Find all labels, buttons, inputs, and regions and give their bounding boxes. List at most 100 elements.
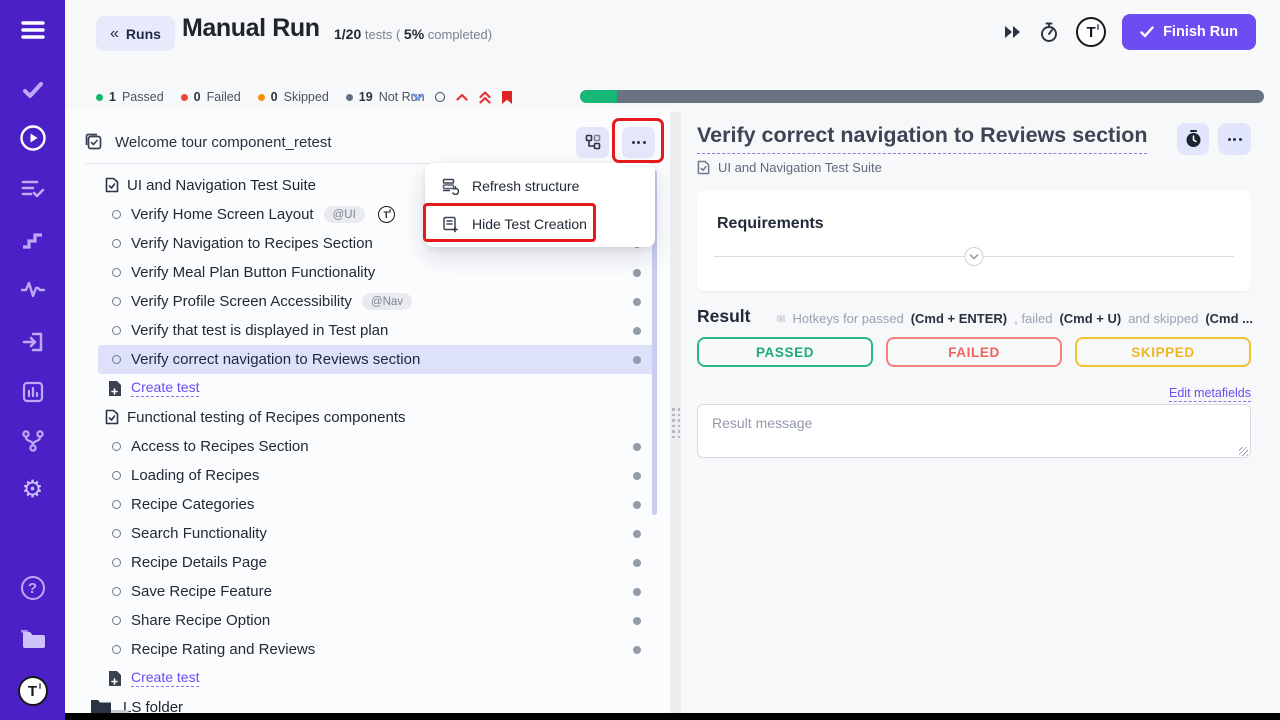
test-row[interactable]: Recipe Rating and Reviews: [98, 635, 655, 664]
failed-dot: [181, 94, 188, 101]
check-icon: [1140, 26, 1154, 38]
suite-doc-icon: [105, 409, 119, 425]
test-row[interactable]: Save Recipe Feature: [98, 577, 655, 606]
milestones-steps-icon[interactable]: [21, 230, 45, 250]
back-to-runs-button[interactable]: « Runs: [96, 16, 175, 51]
test-row[interactable]: Loading of Recipes: [98, 461, 655, 490]
test-row[interactable]: Search Functionality: [98, 519, 655, 548]
priority-important-bookmark-icon[interactable]: [502, 91, 512, 104]
create-test-doc-icon: [108, 381, 122, 396]
priority-low-chevron-down-icon[interactable]: [412, 93, 424, 101]
test-row[interactable]: Recipe Categories: [98, 490, 655, 519]
reports-chart-icon[interactable]: [21, 380, 45, 404]
test-row[interactable]: Verify Profile Screen Accessibility @Nav: [98, 287, 655, 316]
finish-run-button[interactable]: Finish Run: [1122, 14, 1256, 50]
edit-metafields-link[interactable]: Edit metafields: [1169, 386, 1251, 402]
page-title: Manual Run: [182, 14, 320, 43]
test-label: Verify Navigation to Recipes Section: [131, 235, 373, 252]
test-row[interactable]: Verify that test is displayed in Test pl…: [98, 316, 655, 345]
test-label: Search Functionality: [131, 525, 267, 542]
test-label: Loading of Recipes: [131, 467, 259, 484]
hotkey-passed: (Cmd + ENTER): [911, 311, 1007, 326]
testomat-logo-icon[interactable]: T: [18, 676, 48, 706]
runs-play-icon[interactable]: [19, 124, 47, 152]
detail-timer-button[interactable]: [1177, 123, 1209, 155]
topbar-actions: T Finish Run: [1004, 14, 1256, 50]
tree-more-button[interactable]: [622, 127, 655, 158]
testomat-header-logo-icon[interactable]: T: [1076, 17, 1106, 47]
test-bullet-icon: [112, 297, 121, 306]
not-run-status-dot: [633, 588, 641, 596]
test-label: Recipe Categories: [131, 496, 254, 513]
fast-forward-icon[interactable]: [1004, 25, 1022, 39]
skipped-dot: [258, 94, 265, 101]
priority-urgent-chevrons-up-icon[interactable]: [479, 91, 491, 104]
failed-count: 0: [194, 90, 201, 104]
test-bullet-icon: [112, 529, 121, 538]
test-detail-panel: Verify correct navigation to Reviews sec…: [681, 110, 1280, 720]
requirements-title: Requirements: [717, 215, 824, 233]
legend-skipped: 0 Skipped: [258, 90, 329, 104]
app-window: ⚙ ? T « Runs Manual Run 1/20 tests ( 5% …: [0, 0, 1280, 720]
failed-button[interactable]: FAILED: [886, 337, 1062, 367]
test-label: Verify Profile Screen Accessibility: [131, 293, 352, 310]
requirements-expand-toggle[interactable]: [965, 247, 984, 266]
keyboard-icon: [777, 312, 785, 325]
test-plans-icon[interactable]: [20, 178, 46, 200]
skipped-button[interactable]: SKIPPED: [1075, 337, 1251, 367]
not-run-status-dot: [633, 327, 641, 335]
create-test-link[interactable]: Create test: [131, 379, 199, 397]
priority-filter-icons: [412, 90, 512, 104]
priority-high-chevron-up-icon[interactable]: [456, 93, 468, 101]
test-row[interactable]: Access to Recipes Section: [98, 432, 655, 461]
projects-folder-icon[interactable]: [19, 626, 47, 650]
create-test-link[interactable]: Create test: [131, 669, 199, 687]
test-bullet-icon: [112, 645, 121, 654]
run-progress-bar: [580, 90, 1264, 103]
test-row[interactable]: Verify Meal Plan Button Functionality: [98, 258, 655, 287]
hotkey-failed: (Cmd + U): [1059, 311, 1121, 326]
test-row-selected[interactable]: Verify correct navigation to Reviews sec…: [98, 345, 655, 374]
result-message-input[interactable]: [697, 404, 1251, 458]
test-bullet-icon: [112, 326, 121, 335]
logo-letter: T: [18, 676, 48, 706]
finish-run-label: Finish Run: [1163, 24, 1238, 40]
priority-normal-circle-icon[interactable]: [435, 92, 445, 102]
settings-gear-icon[interactable]: ⚙: [22, 478, 44, 502]
completed-word: completed): [428, 27, 492, 42]
activity-pulse-icon[interactable]: [20, 280, 46, 298]
passed-button[interactable]: PASSED: [697, 337, 873, 367]
help-icon[interactable]: ?: [21, 576, 45, 600]
not-run-dot: [346, 94, 353, 101]
suite-row[interactable]: Functional testing of Recipes components: [85, 402, 655, 432]
menu-item-refresh-structure[interactable]: Refresh structure: [425, 167, 655, 205]
hotkey-skipped: (Cmd ...: [1205, 311, 1253, 326]
test-detail-title[interactable]: Verify correct navigation to Reviews sec…: [697, 123, 1147, 154]
test-bullet-icon: [112, 355, 121, 364]
test-bullet-icon: [112, 616, 121, 625]
test-row[interactable]: Share Recipe Option: [98, 606, 655, 635]
hotkeys-mid1: , failed: [1014, 311, 1052, 326]
panel-splitter[interactable]: [670, 112, 681, 720]
tree-rows: UI and Navigation Test Suite Verify Home…: [85, 170, 655, 720]
not-run-status-dot: [633, 356, 641, 364]
tree-structure-button[interactable]: [576, 127, 609, 158]
suite-doc-icon: [105, 177, 119, 193]
menu-item-hide-test-creation[interactable]: Hide Test Creation: [425, 205, 655, 243]
not-run-count: 19: [359, 90, 373, 104]
import-icon[interactable]: [21, 330, 45, 354]
create-test-row[interactable]: Create test: [98, 664, 655, 692]
tests-check-icon[interactable]: [21, 80, 45, 100]
test-bullet-icon: [112, 587, 121, 596]
failed-label: Failed: [207, 90, 241, 104]
skipped-count: 0: [271, 90, 278, 104]
create-test-row[interactable]: Create test: [98, 374, 655, 402]
bottom-letterbox-strip: [65, 713, 1280, 720]
stopwatch-icon[interactable]: [1038, 21, 1060, 43]
detail-suite-breadcrumb: UI and Navigation Test Suite: [697, 160, 882, 175]
create-test-doc-icon: [108, 671, 122, 686]
branch-icon[interactable]: [21, 428, 45, 454]
menu-icon[interactable]: [19, 18, 47, 42]
test-row[interactable]: Recipe Details Page: [98, 548, 655, 577]
detail-more-button[interactable]: [1218, 123, 1251, 155]
